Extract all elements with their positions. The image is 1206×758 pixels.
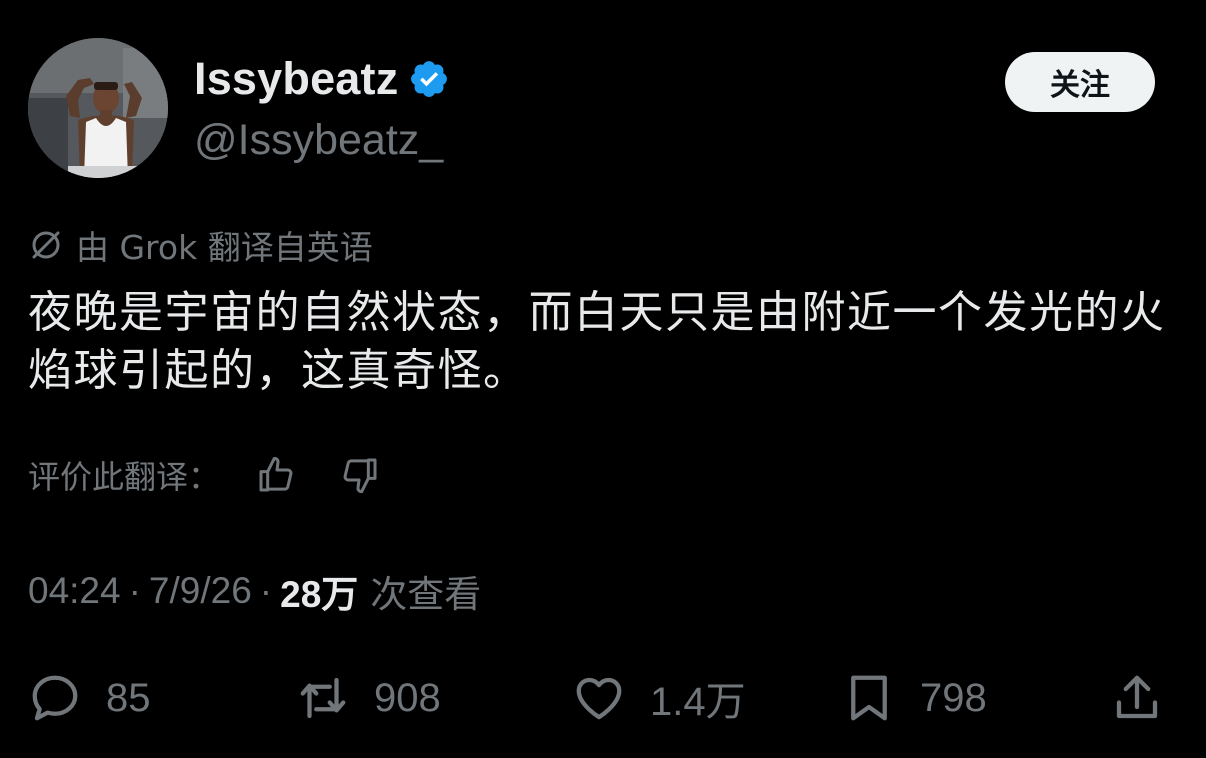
bookmark-button[interactable]: 798 [842,670,987,726]
bookmark-count: 798 [920,675,987,720]
share-icon [1116,675,1158,719]
tweet-time[interactable]: 04:24 [28,570,121,612]
views-label[interactable]: 次查看 [370,564,481,618]
retweet-button[interactable]: 908 [296,670,441,726]
author-display-name[interactable]: Issybeatz [194,52,398,106]
author-handle[interactable]: @Issybeatz_ [194,113,443,167]
translation-note: 由 Grok 翻译自英语 [28,220,373,270]
tweet-date[interactable]: 7/9/26 [149,570,252,612]
rate-translation-label: 评价此翻译： [28,458,221,496]
retweet-icon [300,677,346,719]
follow-button[interactable]: 关注 [1005,52,1155,112]
retweet-count: 908 [374,675,441,720]
views-count[interactable]: 28万 [280,564,358,618]
thumbs-down-icon[interactable] [340,455,380,495]
thumbs-up-icon[interactable] [256,455,296,495]
translate-icon [32,231,60,259]
meta-separator: · [259,570,273,611]
rate-translation-row: 评价此翻译： [28,450,380,500]
reply-icon [32,675,78,721]
bookmark-icon [851,675,887,721]
avatar[interactable] [28,38,168,178]
share-button[interactable] [1110,670,1164,726]
verified-badge-icon [411,61,448,97]
avatar-image [28,38,168,178]
reply-count: 85 [106,675,151,720]
tweet-meta: 04:24 · 7/9/26 · 28万 次查看 [28,564,481,618]
meta-separator: · [128,570,141,611]
like-count: 1.4万 [650,680,746,724]
like-button[interactable]: 1.4万 [572,670,746,726]
tweet-text: 夜晚是宇宙的自然状态，而白天只是由附近一个发光的火焰球引起的，这真奇怪。 [28,287,1166,396]
reply-button[interactable]: 85 [28,670,151,726]
heart-icon [576,677,622,720]
translation-note-text: 由 Grok 翻译自英语 [76,228,373,267]
author-name-row[interactable]: Issybeatz [194,52,450,106]
